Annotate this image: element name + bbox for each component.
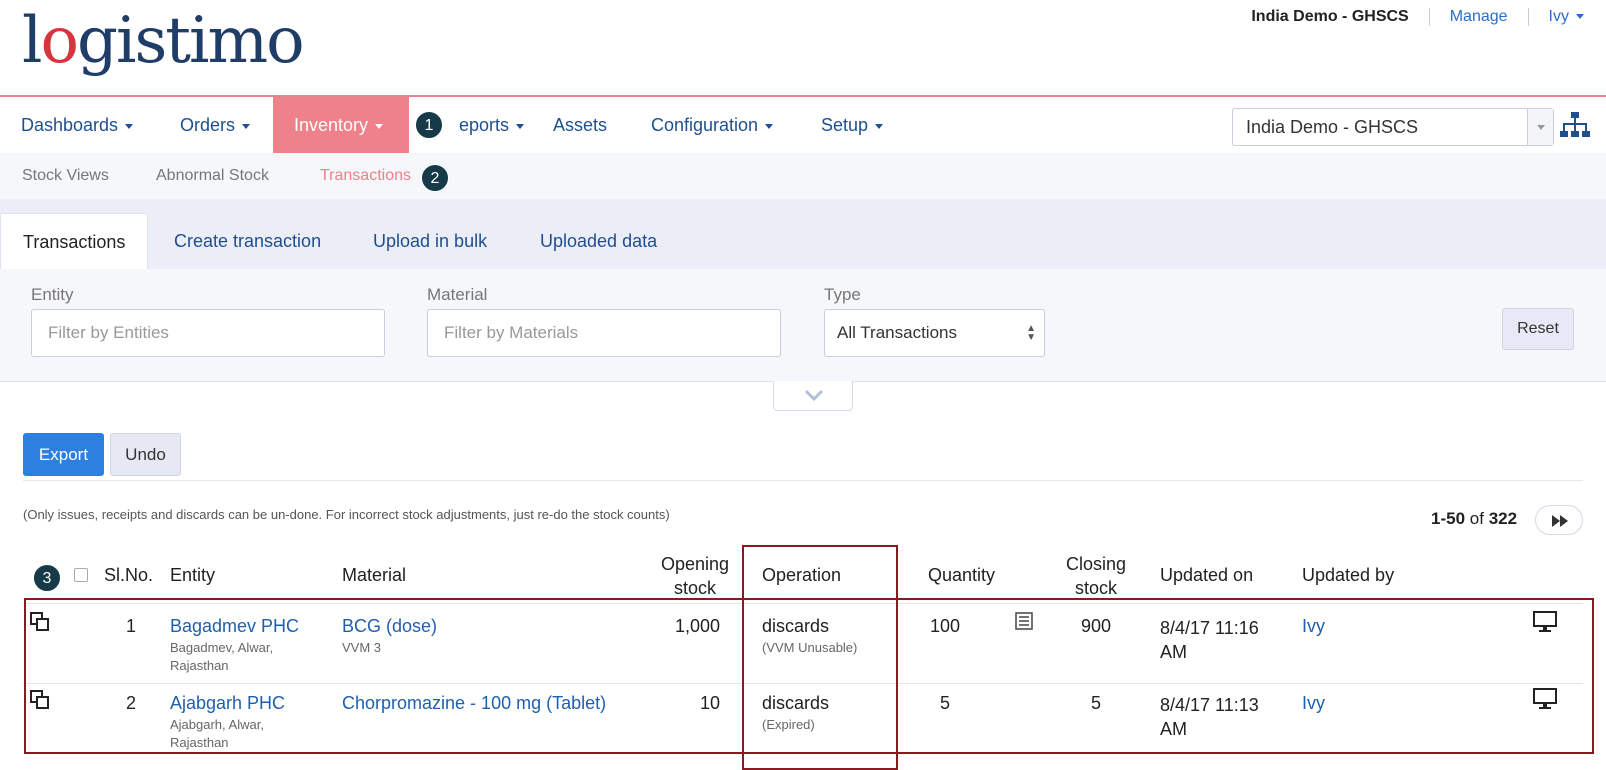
col-header-quantity: Quantity (928, 565, 996, 585)
select-all-checkbox[interactable] (74, 568, 88, 582)
caret-down-icon (1576, 14, 1584, 20)
tab-bar: Transactions Create transaction Upload i… (0, 199, 1606, 269)
collapse-filters-toggle[interactable] (773, 381, 853, 411)
col-header-updated-on: Updated on (1160, 565, 1254, 585)
caret-down-icon (375, 123, 384, 129)
nav-orders[interactable]: Orders (159, 97, 271, 153)
material-label: Material (427, 285, 488, 304)
step-badge-1: 1 (415, 111, 443, 139)
col-header-entity: Entity (170, 565, 216, 585)
tab-create-transaction[interactable]: Create transaction (152, 213, 343, 269)
sort-arrows-icon: ▲ ▼ (1026, 323, 1036, 343)
subnav-stock-views[interactable]: Stock Views (22, 153, 109, 199)
step-badge-2: 2 (421, 164, 449, 192)
col-header-closing-stock: Closing stock (1065, 554, 1127, 598)
manage-link[interactable]: Manage (1450, 8, 1508, 26)
col-header-opening-stock: Opening stock (660, 554, 730, 598)
caret-down-icon (242, 123, 251, 129)
subnav-transactions[interactable]: Transactions (320, 153, 411, 199)
type-select[interactable]: All Transactions ▲ ▼ (824, 309, 1045, 357)
sub-nav: Stock Views Abnormal Stock Transactions (0, 153, 1606, 199)
entity-filter-input[interactable]: Filter by Entities (31, 309, 385, 357)
tab-transactions[interactable]: Transactions (0, 213, 149, 269)
undo-button[interactable]: Undo (110, 433, 181, 476)
reset-button[interactable]: Reset (1502, 308, 1574, 350)
nav-reports[interactable]: eports (438, 97, 545, 153)
nav-dashboards[interactable]: Dashboards (0, 97, 154, 153)
chevron-down-icon[interactable] (1527, 109, 1553, 145)
top-bar: India Demo - GHSCS Manage Ivy (1251, 8, 1584, 26)
col-header-slno: Sl.No. (104, 565, 154, 585)
step-badge-3: 3 (33, 564, 61, 592)
nav-setup[interactable]: Setup (800, 97, 904, 153)
nav-assets[interactable]: Assets (532, 97, 628, 153)
export-button[interactable]: Export (23, 433, 104, 476)
entity-label: Entity (31, 285, 74, 304)
next-page-button[interactable] (1535, 505, 1583, 535)
col-header-material: Material (342, 565, 407, 585)
app-header: logistimo India Demo - GHSCS Manage Ivy (0, 0, 1606, 97)
divider (1527, 8, 1529, 26)
subnav-abnormal-stock[interactable]: Abnormal Stock (156, 153, 269, 199)
fast-forward-icon (1552, 515, 1568, 527)
divider (1428, 8, 1430, 26)
current-org-name: India Demo - GHSCS (1251, 8, 1409, 25)
pagination-info: 1-50 of 322 (1431, 509, 1518, 528)
chevron-down-icon (804, 389, 824, 401)
logistimo-logo[interactable]: logistimo (22, 4, 305, 78)
nav-inventory[interactable]: Inventory (273, 97, 409, 153)
hierarchy-icon[interactable] (1560, 110, 1590, 140)
filter-panel: Entity Filter by Entities Material Filte… (0, 269, 1606, 382)
rows-highlight (24, 598, 1594, 754)
caret-down-icon (765, 123, 774, 129)
divider (23, 480, 1583, 481)
undo-note: (Only issues, receipts and discards can … (23, 507, 670, 522)
caret-down-icon (875, 123, 884, 129)
org-select[interactable]: India Demo - GHSCS (1232, 108, 1554, 146)
material-filter-input[interactable]: Filter by Materials (427, 309, 781, 357)
caret-down-icon (516, 123, 525, 129)
tab-upload-in-bulk[interactable]: Upload in bulk (351, 213, 509, 269)
nav-configuration[interactable]: Configuration (630, 97, 794, 153)
user-menu[interactable]: Ivy (1549, 8, 1584, 26)
tab-uploaded-data[interactable]: Uploaded data (518, 213, 679, 269)
type-label: Type (824, 285, 861, 304)
col-header-updated-by: Updated by (1302, 565, 1395, 585)
caret-down-icon (125, 123, 134, 129)
